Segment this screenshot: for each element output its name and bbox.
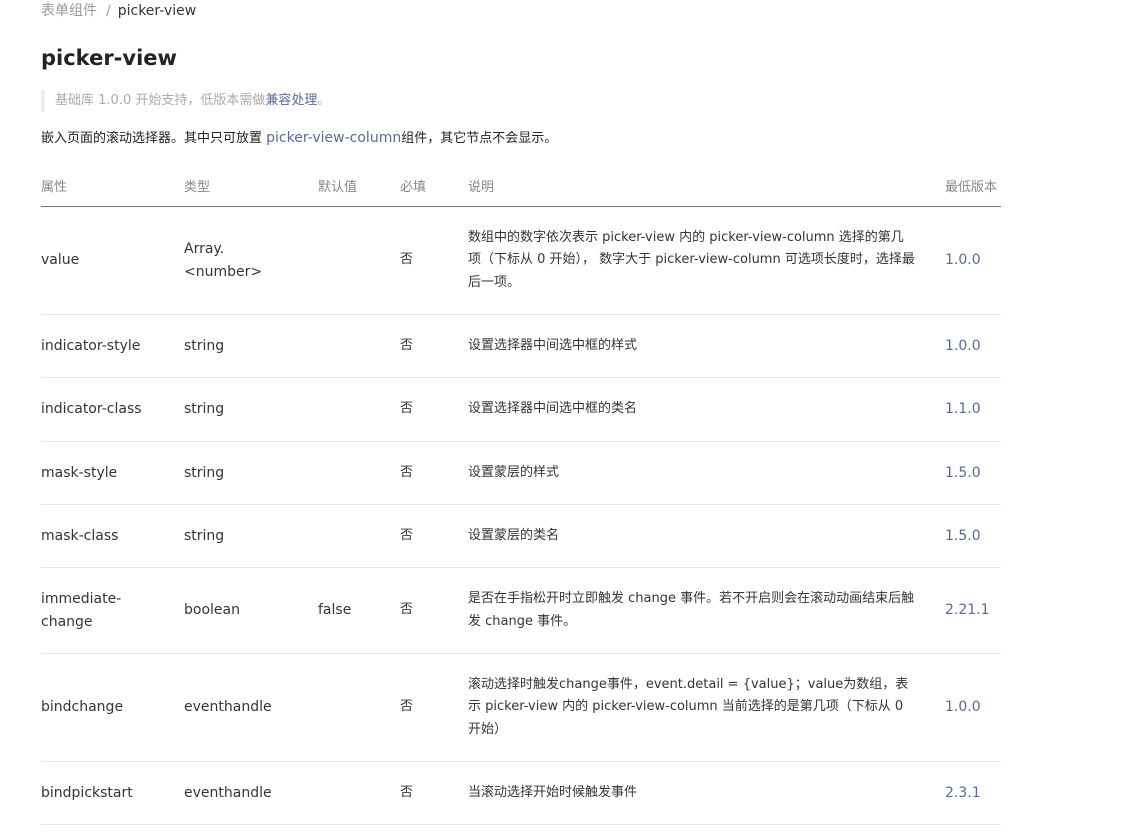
table-row: indicator-style string 否 设置选择器中间选中框的样式 1… [41, 314, 1001, 378]
cell-version: 2.3.1 [945, 761, 1001, 825]
cell-type: boolean [184, 567, 318, 654]
doc-page: 表单组件 / picker-view picker-view 基础库 1.0.0 开… [0, 0, 1138, 837]
intro-suffix: 组件，其它节点不会显示。 [401, 131, 558, 146]
cell-default [318, 653, 400, 762]
intro-text: 嵌入页面的滚动选择器。其中只可放置 [41, 131, 267, 146]
table-row: bindpickstart eventhandle 否 当滚动选择开始时候触发事… [41, 761, 1001, 825]
cell-default [318, 441, 400, 505]
header-required: 必填 [400, 164, 468, 207]
page-title: picker-view [41, 46, 177, 70]
breadcrumb-current: picker-view [117, 3, 197, 19]
header-default: 默认值 [318, 164, 400, 207]
cell-attr: immediate-change [41, 567, 184, 654]
cell-default [318, 206, 400, 315]
cell-default [318, 314, 400, 378]
table-header-row: 属性 类型 默认值 必填 说明 最低版本 [41, 164, 1001, 207]
cell-default [318, 377, 400, 442]
cell-required: 否 [400, 761, 468, 825]
breadcrumb: 表单组件 / picker-view [41, 2, 196, 20]
header-version: 最低版本 [945, 164, 1001, 207]
cell-desc: 数组中的数字依次表示 picker-view 内的 picker-view-co… [468, 206, 945, 315]
cell-required: 否 [400, 377, 468, 442]
cell-required: 否 [400, 567, 468, 654]
cell-type: string [184, 377, 318, 442]
properties-table: 属性 类型 默认值 必填 说明 最低版本 value Array. <number… [41, 164, 1001, 825]
cell-required: 否 [400, 314, 468, 378]
cell-attr: mask-class [41, 504, 184, 568]
cell-default: false [318, 567, 400, 654]
header-desc: 说明 [468, 164, 945, 207]
cell-version: 1.0.0 [945, 653, 1001, 762]
table-row: bindchange eventhandle 否 滚动选择时触发change事件… [41, 653, 1001, 762]
table-row: immediate-change boolean false 否 是否在手指松开… [41, 567, 1001, 654]
cell-required: 否 [400, 206, 468, 315]
breadcrumb-separator: / [106, 3, 111, 19]
cell-desc: 滚动选择时触发change事件，event.detail = {value}；v… [468, 653, 945, 762]
cell-attr: bindchange [41, 653, 184, 762]
cell-default [318, 504, 400, 568]
cell-type: eventhandle [184, 761, 318, 825]
cell-type: string [184, 504, 318, 568]
cell-desc: 设置选择器中间选中框的类名 [468, 377, 945, 442]
notice-text: 基础库 1.0.0 开始支持，低版本需做 [55, 93, 266, 108]
intro-paragraph: 嵌入页面的滚动选择器。其中只可放置 picker-view-column组件，其… [41, 127, 557, 150]
cell-version: 1.0.0 [945, 206, 1001, 315]
cell-desc: 设置选择器中间选中框的样式 [468, 314, 945, 378]
breadcrumb-parent-link[interactable]: 表单组件 [41, 3, 97, 19]
cell-version: 1.0.0 [945, 314, 1001, 378]
cell-attr: bindpickstart [41, 761, 184, 825]
notice-suffix: 。 [317, 93, 331, 108]
cell-attr: value [41, 206, 184, 315]
cell-version: 1.5.0 [945, 504, 1001, 568]
cell-version: 1.5.0 [945, 441, 1001, 505]
cell-desc: 设置蒙层的样式 [468, 441, 945, 505]
cell-version: 1.1.0 [945, 377, 1001, 442]
header-attr: 属性 [41, 164, 184, 207]
cell-desc: 当滚动选择开始时候触发事件 [468, 761, 945, 825]
table-row: mask-class string 否 设置蒙层的类名 1.5.0 [41, 504, 1001, 568]
cell-attr: indicator-style [41, 314, 184, 378]
cell-type: string [184, 314, 318, 378]
cell-desc: 设置蒙层的类名 [468, 504, 945, 568]
picker-view-column-link[interactable]: picker-view-column [266, 130, 401, 146]
cell-attr: mask-style [41, 441, 184, 505]
version-notice: 基础库 1.0.0 开始支持，低版本需做兼容处理。 [41, 90, 330, 112]
table-row: indicator-class string 否 设置选择器中间选中框的类名 1… [41, 377, 1001, 442]
cell-attr: indicator-class [41, 377, 184, 442]
cell-default [318, 761, 400, 825]
compat-link[interactable]: 兼容处理 [265, 93, 317, 108]
cell-type: eventhandle [184, 653, 318, 762]
table-row: value Array. <number> 否 数组中的数字依次表示 picker… [41, 206, 1001, 315]
cell-required: 否 [400, 441, 468, 505]
table-row: mask-style string 否 设置蒙层的样式 1.5.0 [41, 441, 1001, 505]
cell-type: Array. <number> [184, 206, 318, 315]
cell-type: string [184, 441, 318, 505]
cell-required: 否 [400, 504, 468, 568]
cell-desc: 是否在手指松开时立即触发 change 事件。若不开启则会在滚动动画结束后触发 … [468, 567, 945, 654]
header-type: 类型 [184, 164, 318, 207]
cell-version: 2.21.1 [945, 567, 1001, 654]
cell-required: 否 [400, 653, 468, 762]
